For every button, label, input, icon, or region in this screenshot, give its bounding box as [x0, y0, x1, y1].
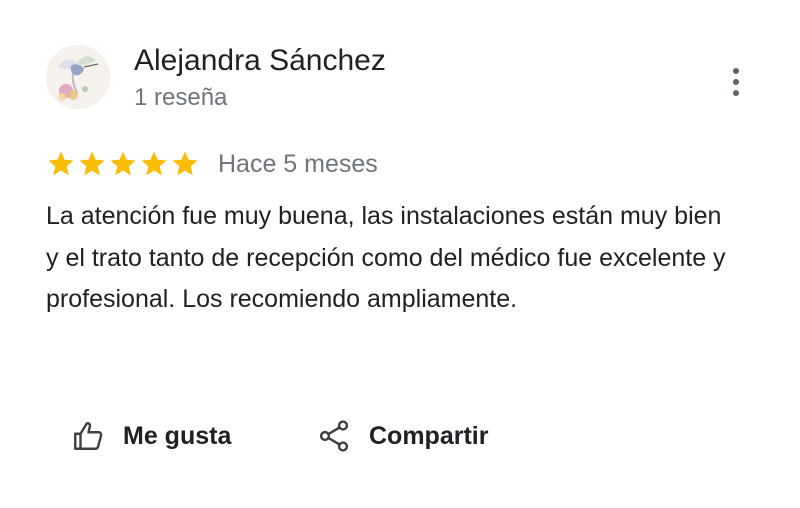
reviewer-name[interactable]: Alejandra Sánchez	[134, 42, 386, 80]
like-label: Me gusta	[123, 421, 232, 450]
star-icon	[48, 151, 74, 176]
avatar[interactable]	[46, 45, 110, 109]
review-text: La atención fue muy buena, las instalaci…	[46, 202, 726, 313]
star-icon	[141, 151, 167, 176]
like-button[interactable]: Me gusta	[70, 412, 231, 460]
hummingbird-avatar-image	[46, 45, 110, 109]
share-label: Compartir	[369, 421, 489, 450]
star-icon	[79, 151, 105, 176]
star-rating	[46, 149, 200, 179]
star-icon	[110, 151, 136, 176]
star-icon	[172, 151, 198, 176]
share-button[interactable]: Compartir	[316, 412, 488, 460]
thumb-up-icon	[74, 422, 103, 450]
more-options-button[interactable]	[716, 60, 756, 104]
review-date: Hace 5 meses	[218, 150, 378, 178]
share-icon	[319, 420, 349, 452]
more-vert-icon	[733, 68, 739, 96]
reviewer-review-count[interactable]: 1 reseña	[134, 82, 227, 114]
